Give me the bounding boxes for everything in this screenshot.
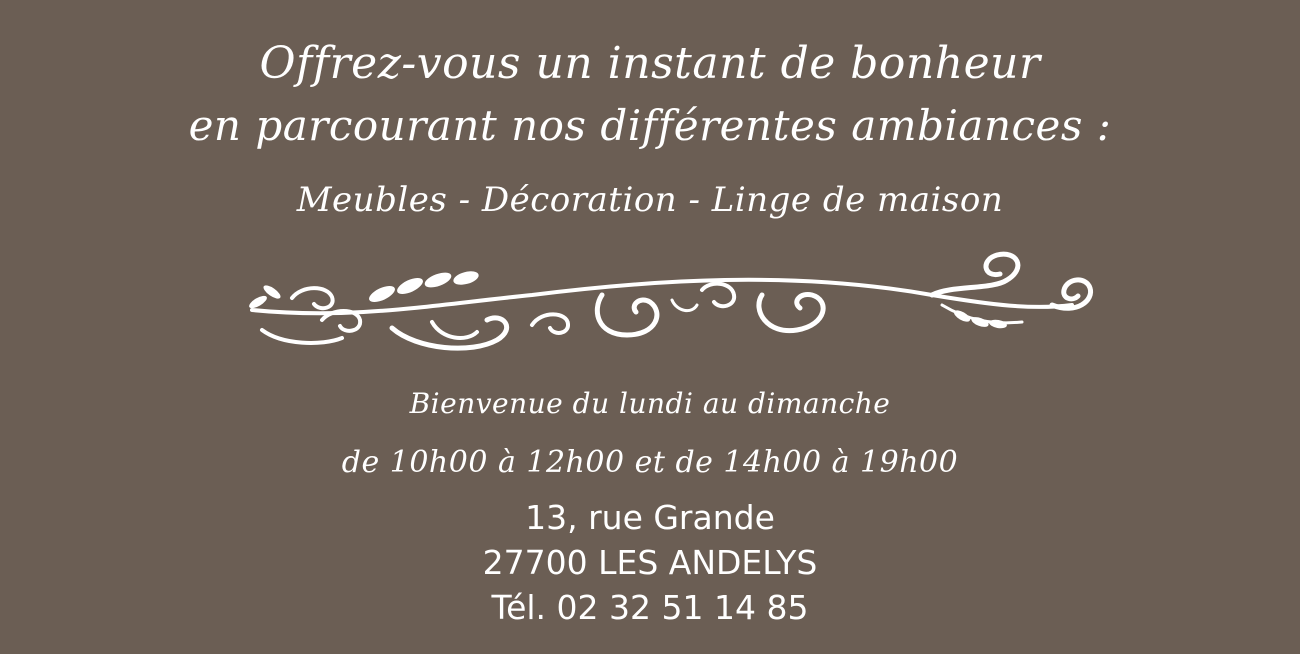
phone-number: Tél. 02 32 51 14 85 bbox=[491, 588, 809, 627]
street-address: 13, rue Grande bbox=[525, 498, 775, 537]
categories-line: Meubles - Décoration - Linge de maison bbox=[296, 180, 1004, 220]
city-address: 27700 LES ANDELYS bbox=[482, 543, 818, 582]
intro-line-1: Offrez-vous un instant de bonheur bbox=[259, 38, 1041, 89]
opening-hours: de 10h00 à 12h00 et de 14h00 à 19h00 bbox=[341, 445, 959, 480]
flourish-ornament bbox=[249, 251, 1094, 351]
info-card: Offrez-vous un instant de bonheur en par… bbox=[0, 0, 1300, 654]
intro-line-2: en parcourant nos différentes ambiances … bbox=[188, 101, 1112, 150]
opening-days: Bienvenue du lundi au dimanche bbox=[409, 387, 891, 420]
